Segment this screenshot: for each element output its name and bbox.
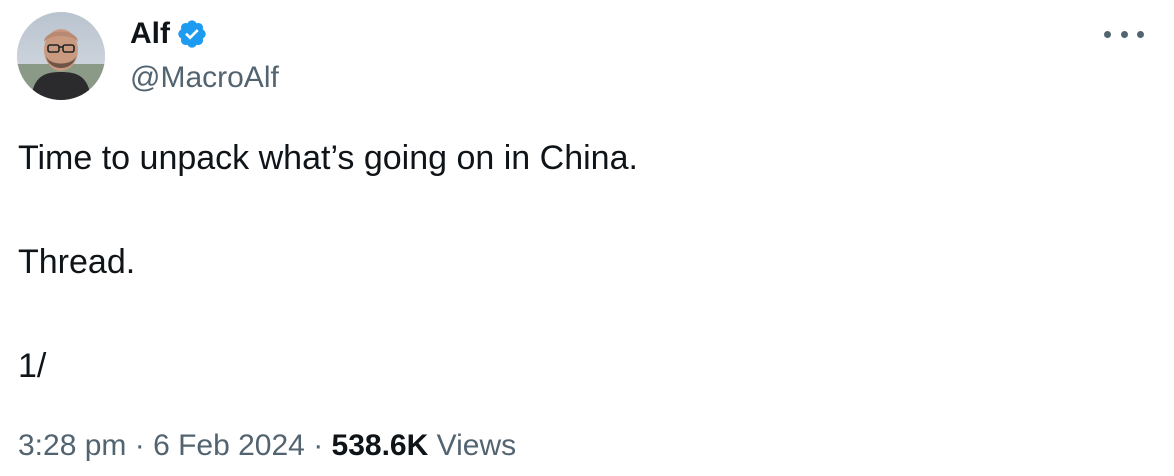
tweet-text-line-2: Thread. — [18, 243, 136, 281]
tweet-time[interactable]: 3:28 pm — [18, 429, 126, 462]
author-handle[interactable]: @MacroAlf — [130, 60, 279, 96]
meta-separator: · — [304, 429, 332, 462]
tweet-text-line-1: Time to unpack what’s going on in China. — [18, 139, 638, 177]
more-options-icon[interactable] — [1104, 20, 1144, 48]
views-count[interactable]: 538.6K — [332, 429, 429, 462]
tweet-date[interactable]: 6 Feb 2024 — [153, 429, 305, 462]
tweet-meta: 3:28 pm · 6 Feb 2024 · 538.6K Views — [18, 428, 516, 464]
avatar-image — [17, 12, 105, 100]
more-dot — [1137, 30, 1144, 38]
meta-separator: · — [126, 429, 154, 462]
author-name-row: Alf — [130, 14, 208, 54]
avatar[interactable] — [17, 12, 105, 100]
verified-badge-icon[interactable] — [176, 18, 208, 50]
more-dot — [1104, 30, 1111, 38]
views-label: Views — [436, 429, 517, 462]
tweet-card: Alf @MacroAlf Time to unpack what’s goin… — [0, 0, 1174, 476]
tweet-text-line-3: 1/ — [18, 347, 47, 385]
author-display-name[interactable]: Alf — [130, 16, 170, 52]
more-dot — [1120, 30, 1128, 38]
